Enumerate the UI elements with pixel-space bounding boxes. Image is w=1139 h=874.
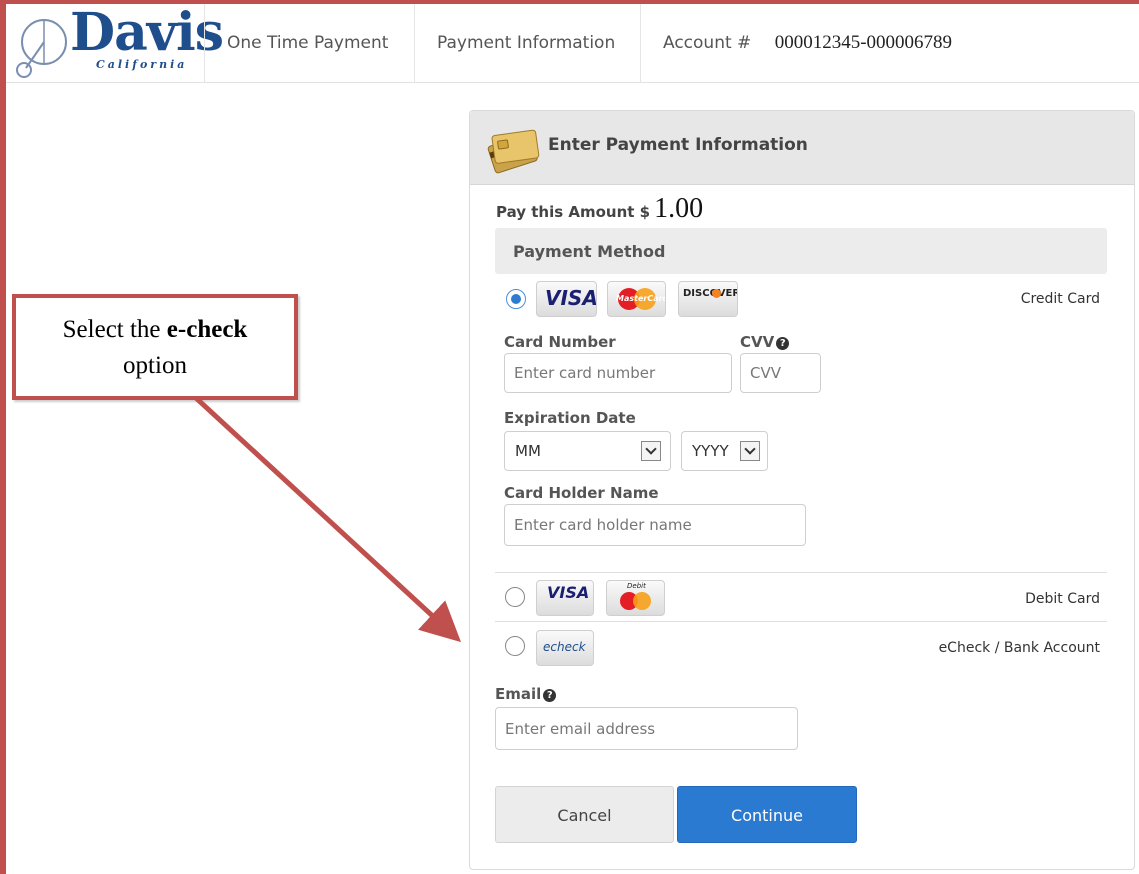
annotation-arrow [194,396,462,643]
arrow-line [194,396,462,643]
